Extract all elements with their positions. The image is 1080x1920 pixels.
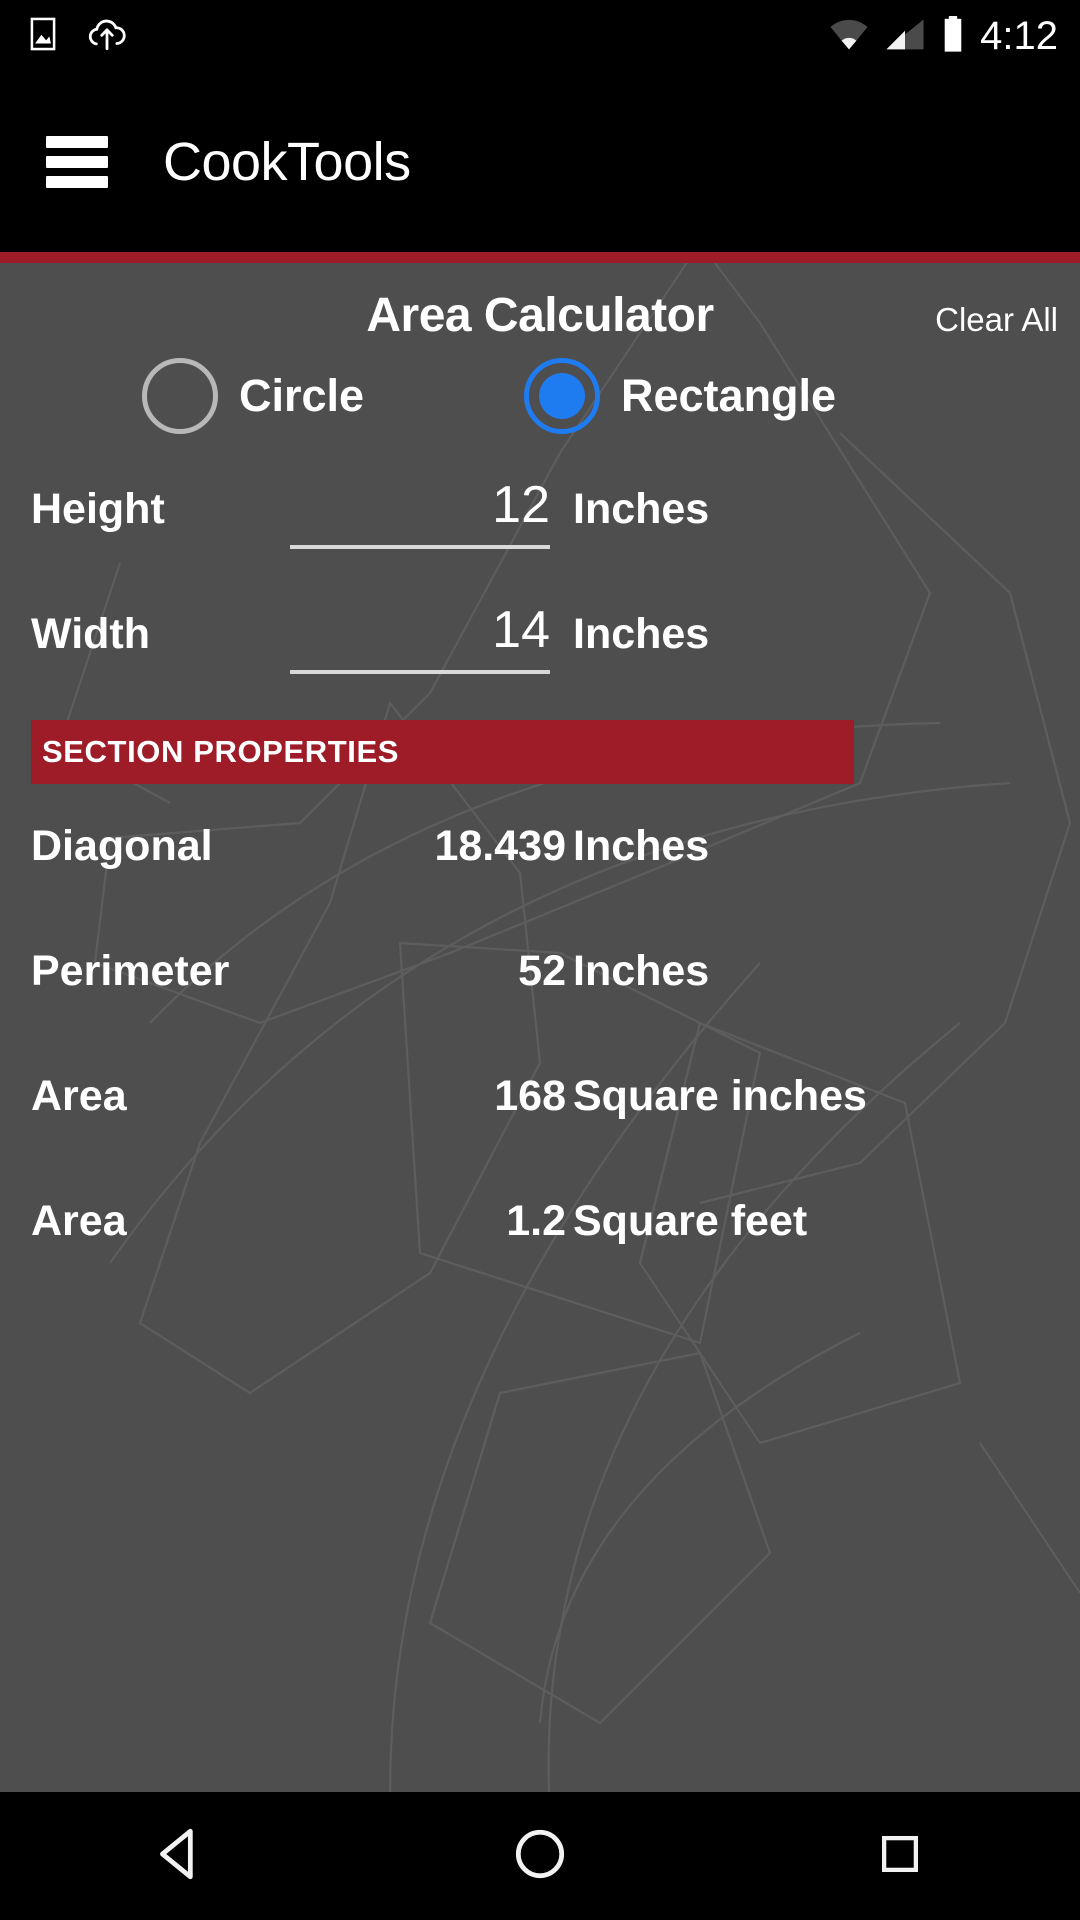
result-value-area-feet: 1.2 [506, 1197, 566, 1245]
result-unit-area-inches: Square inches [573, 1072, 867, 1120]
radio-rectangle-selected-icon[interactable] [524, 358, 600, 434]
input-row-height: Height 12 Inches [0, 463, 1080, 573]
status-bar: 4:12 [0, 0, 1080, 72]
radio-label-circle: Circle [239, 370, 365, 421]
battery-icon [940, 15, 966, 58]
nav-back-button[interactable] [100, 1792, 260, 1920]
result-unit-diagonal: Inches [573, 822, 710, 870]
image-icon [24, 15, 62, 58]
status-bar-notifications [24, 14, 130, 59]
result-unit-area-feet: Square feet [573, 1197, 808, 1245]
input-row-width: Width 14 Inches [0, 588, 1080, 698]
back-triangle-icon [149, 1823, 211, 1890]
cell-signal-icon [884, 17, 926, 56]
input-label-width: Width [31, 610, 151, 658]
result-value-perimeter: 52 [518, 947, 566, 995]
result-row-perimeter: Perimeter 52 Inches [0, 933, 1080, 1013]
result-row-area-square-feet: Area 1.2 Square feet [0, 1183, 1080, 1263]
width-input[interactable]: 14 [290, 602, 550, 674]
nav-home-button[interactable] [460, 1792, 620, 1920]
recents-square-icon [872, 1826, 928, 1887]
radio-selected-dot [539, 373, 585, 419]
input-unit-height: Inches [573, 485, 710, 533]
hamburger-menu-icon[interactable] [46, 136, 108, 188]
shape-radio-group: Circle Rectangle [0, 348, 1080, 458]
status-bar-system-icons: 4:12 [828, 14, 1058, 59]
page-title: Area Calculator [366, 289, 714, 342]
nav-recents-button[interactable] [820, 1792, 980, 1920]
radio-circle-unselected-icon[interactable] [142, 358, 218, 434]
accent-divider [0, 252, 1080, 263]
app-title: CookTools [163, 132, 411, 192]
radio-label-rectangle: Rectangle [621, 370, 837, 421]
home-circle-icon [509, 1823, 571, 1890]
input-unit-width: Inches [573, 610, 710, 658]
wifi-icon [828, 17, 870, 56]
result-value-diagonal: 18.439 [434, 822, 566, 870]
height-input[interactable]: 12 [290, 477, 550, 549]
result-value-area-inches: 168 [494, 1072, 566, 1120]
radio-option-circle[interactable]: Circle [142, 358, 364, 434]
status-bar-clock: 4:12 [980, 13, 1058, 58]
clear-all-button[interactable]: Clear All [935, 301, 1058, 339]
app-bar: CookTools [0, 72, 1080, 252]
result-row-area-square-inches: Area 168 Square inches [0, 1058, 1080, 1138]
cloud-upload-icon [84, 14, 130, 59]
radio-option-rectangle[interactable]: Rectangle [524, 358, 836, 434]
section-properties-header: SECTION PROPERTIES [31, 720, 854, 784]
system-navigation-bar [0, 1792, 1080, 1920]
height-input-value: 12 [492, 476, 550, 534]
title-row: Area Calculator Clear All [0, 288, 1080, 348]
input-label-height: Height [31, 485, 165, 533]
content-area: Area Calculator Clear All Circle Rectang… [0, 263, 1080, 1792]
phone-screen: 4:12 CookTools Area Calculator Clear All… [0, 0, 1080, 1920]
result-row-diagonal: Diagonal 18.439 Inches [0, 808, 1080, 888]
section-properties-title: SECTION PROPERTIES [42, 734, 400, 769]
width-input-value: 14 [492, 601, 550, 659]
result-unit-perimeter: Inches [573, 947, 710, 995]
